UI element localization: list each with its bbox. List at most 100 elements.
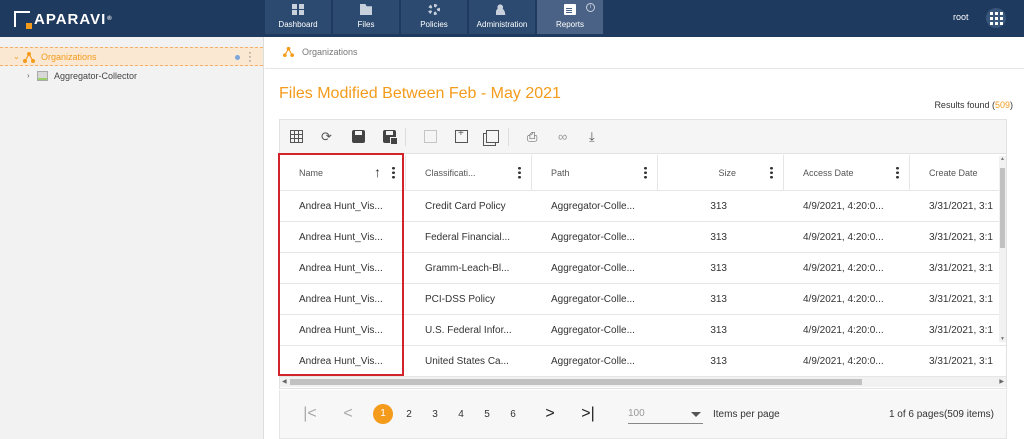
download-icon[interactable]: ⤓ [589, 130, 602, 143]
save-as-icon[interactable] [383, 130, 398, 145]
print-icon[interactable]: ⎙ [527, 130, 540, 143]
add-window-icon[interactable] [455, 128, 468, 143]
cell-access-date: 4/9/2021, 4:20:0... [803, 262, 884, 274]
sort-ascending-icon[interactable]: ↑ [374, 164, 381, 180]
chevron-down-icon[interactable]: ⌄ [13, 52, 23, 61]
column-header-classification[interactable]: Classificati... [406, 155, 532, 190]
apps-grid-icon[interactable] [986, 8, 1006, 28]
first-page-button[interactable]: |< [300, 405, 320, 423]
column-header-size[interactable]: Size [658, 155, 784, 190]
cell-create-date: 3/31/2021, 3:1 [929, 231, 993, 243]
nav-dashboard[interactable]: Dashboard [265, 0, 331, 34]
column-menu-icon[interactable] [392, 166, 395, 179]
prev-page-button[interactable]: < [338, 405, 358, 423]
scroll-down-icon[interactable]: ▼ [999, 336, 1006, 342]
cell-access-date: 4/9/2021, 4:20:0... [803, 293, 884, 305]
cell-classification: Federal Financial... [425, 231, 511, 243]
chevron-right-icon[interactable]: › [27, 71, 37, 80]
divider [265, 68, 1024, 69]
column-menu-icon[interactable] [518, 166, 521, 179]
page-5-button[interactable]: 5 [474, 409, 500, 420]
breadcrumb-label[interactable]: Organizations [302, 47, 358, 57]
main-content: Organizations Files Modified Between Feb… [265, 37, 1024, 439]
horizontal-scrollbar[interactable]: ◀ ▶ [280, 377, 1006, 387]
kebab-menu-icon[interactable]: · · · [247, 48, 253, 67]
grid-toolbar: ⟳ ⎙ ∞ ⤓ [280, 120, 1006, 154]
cell-name: Andrea Hunt_Vis... [299, 200, 383, 212]
logo-mark-icon [14, 11, 32, 29]
dashboard-icon [292, 4, 304, 15]
column-header-create-date[interactable]: Create Date [910, 155, 1006, 190]
brand-name: APARAVI [34, 10, 107, 28]
cell-name: Andrea Hunt_Vis... [299, 355, 383, 367]
results-prefix: Results found ( [934, 100, 995, 110]
page-6-button[interactable]: 6 [500, 409, 526, 420]
cell-size: 313 [710, 324, 727, 336]
scroll-left-icon[interactable]: ◀ [282, 378, 287, 385]
table-header: Name ↑ Classificati... Path Size Access … [280, 155, 1006, 191]
nav-label: Administration [476, 20, 528, 29]
copy-window-icon[interactable] [486, 130, 499, 143]
vertical-scrollbar[interactable]: ▲ ▼ [999, 156, 1006, 342]
table-row[interactable]: Andrea Hunt_Vis... Gramm-Leach-Bl... Agg… [280, 253, 1006, 284]
cell-size: 313 [710, 355, 727, 367]
aparavi-logo[interactable]: APARAVI ® [14, 9, 113, 29]
table-row[interactable]: Andrea Hunt_Vis... Credit Card Policy Ag… [280, 191, 1006, 222]
info-icon[interactable]: i [586, 3, 595, 12]
brand-reg: ® [107, 16, 113, 22]
dropdown-arrow-icon [691, 412, 701, 417]
collector-icon [37, 70, 48, 81]
tree-item-organizations[interactable]: ⌄ Organizations · · · [0, 47, 263, 67]
tree-item-aggregator-collector[interactable]: › Aggregator-Collector [0, 66, 263, 85]
cell-size: 313 [710, 262, 727, 274]
nav-administration[interactable]: Administration [469, 0, 535, 34]
results-count: 509 [994, 100, 1010, 110]
table-row[interactable]: Andrea Hunt_Vis... U.S. Federal Infor...… [280, 315, 1006, 346]
scroll-right-icon[interactable]: ▶ [999, 378, 1004, 385]
cell-classification: United States Ca... [425, 355, 509, 367]
scroll-thumb[interactable] [290, 379, 862, 385]
cell-classification: U.S. Federal Infor... [425, 324, 512, 336]
last-page-button[interactable]: >| [578, 405, 598, 423]
scroll-up-icon[interactable]: ▲ [999, 156, 1006, 162]
page-1-button[interactable]: 1 [373, 404, 393, 424]
cell-path: Aggregator-Colle... [551, 200, 635, 212]
grid-icon[interactable] [290, 130, 303, 143]
cell-access-date: 4/9/2021, 4:20:0... [803, 200, 884, 212]
cell-create-date: 3/31/2021, 3:1 [929, 262, 993, 274]
column-menu-icon[interactable] [896, 166, 899, 179]
user-name[interactable]: root [953, 12, 969, 22]
page-2-button[interactable]: 2 [396, 409, 422, 420]
table-row[interactable]: Andrea Hunt_Vis... Federal Financial... … [280, 222, 1006, 253]
column-menu-icon[interactable] [644, 166, 647, 179]
cell-create-date: 3/31/2021, 3:1 [929, 355, 993, 367]
next-page-button[interactable]: > [540, 405, 560, 423]
org-tree-icon [23, 51, 35, 63]
column-header-name[interactable]: Name ↑ [280, 155, 406, 190]
results-found: Results found (509) [934, 100, 1013, 110]
cell-access-date: 4/9/2021, 4:20:0... [803, 324, 884, 336]
table-row[interactable]: Andrea Hunt_Vis... PCI-DSS Policy Aggreg… [280, 284, 1006, 315]
column-menu-icon[interactable] [770, 166, 773, 179]
table-row[interactable]: Andrea Hunt_Vis... United States Ca... A… [280, 346, 1006, 377]
clipboard-icon [564, 4, 576, 15]
items-per-page-label: Items per page [713, 408, 780, 420]
save-icon[interactable] [352, 130, 365, 143]
cell-classification: Credit Card Policy [425, 200, 506, 212]
cell-name: Andrea Hunt_Vis... [299, 262, 383, 274]
cell-path: Aggregator-Colle... [551, 355, 635, 367]
scroll-thumb[interactable] [1000, 168, 1005, 248]
refresh-icon[interactable]: ⟳ [321, 130, 334, 143]
column-header-path[interactable]: Path [532, 155, 658, 190]
nav-label: Reports [555, 20, 584, 29]
link-icon[interactable]: ∞ [558, 130, 571, 143]
cell-access-date: 4/9/2021, 4:20:0... [803, 231, 884, 243]
cell-name: Andrea Hunt_Vis... [299, 293, 383, 305]
page-4-button[interactable]: 4 [448, 409, 474, 420]
data-table: Name ↑ Classificati... Path Size Access … [280, 155, 1006, 377]
column-header-access-date[interactable]: Access Date [784, 155, 910, 190]
items-per-page-select[interactable]: 100 [628, 404, 703, 424]
page-3-button[interactable]: 3 [422, 409, 448, 420]
nav-policies[interactable]: Policies [401, 0, 467, 34]
nav-files[interactable]: Files [333, 0, 399, 34]
